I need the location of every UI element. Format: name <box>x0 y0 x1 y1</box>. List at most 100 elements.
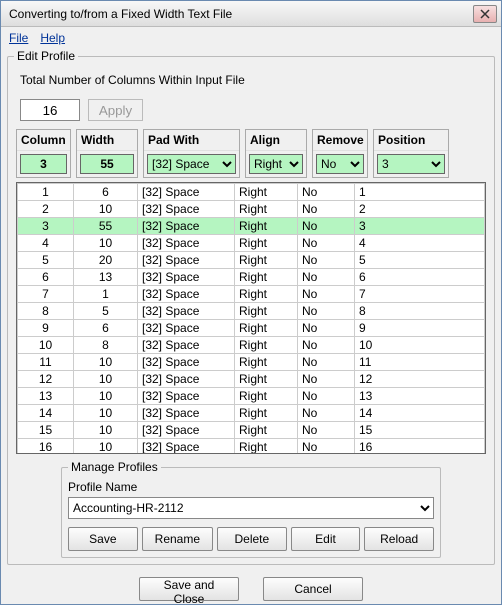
cell-align: Right <box>235 201 298 218</box>
edit-profile-legend: Edit Profile <box>14 49 78 63</box>
cell-width: 1 <box>74 286 138 303</box>
cell-align: Right <box>235 184 298 201</box>
cell-width: 10 <box>74 422 138 439</box>
cell-remove: No <box>298 252 355 269</box>
table-row[interactable]: 355[32] SpaceRightNo3 <box>18 218 485 235</box>
cell-align: Right <box>235 218 298 235</box>
cell-remove: No <box>298 371 355 388</box>
cell-pad: [32] Space <box>138 201 235 218</box>
cell-width: 20 <box>74 252 138 269</box>
dialog-buttons: Save and Close Cancel <box>1 577 501 601</box>
rename-button[interactable]: Rename <box>142 527 213 551</box>
manage-profiles-group: Manage Profiles Profile Name Accounting-… <box>61 460 441 558</box>
close-button[interactable] <box>473 5 497 23</box>
cell-position: 11 <box>355 354 485 371</box>
cell-pad: [32] Space <box>138 388 235 405</box>
cell-pad: [32] Space <box>138 269 235 286</box>
header-position: Position <box>374 130 448 151</box>
cell-width: 5 <box>74 303 138 320</box>
cell-column: 3 <box>18 218 74 235</box>
table-row[interactable]: 520[32] SpaceRightNo5 <box>18 252 485 269</box>
cell-align: Right <box>235 439 298 455</box>
header-align: Align <box>246 130 306 151</box>
cell-remove: No <box>298 439 355 455</box>
close-icon <box>480 9 490 19</box>
cancel-button[interactable]: Cancel <box>263 577 363 601</box>
cell-remove: No <box>298 235 355 252</box>
cell-pad: [32] Space <box>138 337 235 354</box>
cell-width: 8 <box>74 337 138 354</box>
table-row[interactable]: 71[32] SpaceRightNo7 <box>18 286 485 303</box>
cell-align: Right <box>235 269 298 286</box>
cell-position: 3 <box>355 218 485 235</box>
width-input[interactable] <box>80 154 134 174</box>
cell-column: 7 <box>18 286 74 303</box>
table-row[interactable]: 1310[32] SpaceRightNo13 <box>18 388 485 405</box>
menu-help[interactable]: Help <box>40 31 65 45</box>
table-row[interactable]: 410[32] SpaceRightNo4 <box>18 235 485 252</box>
cell-width: 10 <box>74 371 138 388</box>
table-row[interactable]: 16[32] SpaceRightNo1 <box>18 184 485 201</box>
cell-width: 10 <box>74 439 138 455</box>
manage-profiles-legend: Manage Profiles <box>68 460 161 474</box>
cell-pad: [32] Space <box>138 320 235 337</box>
table-row[interactable]: 1110[32] SpaceRightNo11 <box>18 354 485 371</box>
cell-pad: [32] Space <box>138 405 235 422</box>
cell-column: 12 <box>18 371 74 388</box>
cell-column: 2 <box>18 201 74 218</box>
cell-remove: No <box>298 269 355 286</box>
table-row[interactable]: 1610[32] SpaceRightNo16 <box>18 439 485 455</box>
window: Converting to/from a Fixed Width Text Fi… <box>0 0 502 605</box>
cell-align: Right <box>235 320 298 337</box>
align-select[interactable]: Right <box>249 154 303 174</box>
cell-position: 7 <box>355 286 485 303</box>
cell-remove: No <box>298 184 355 201</box>
pad-select[interactable]: [32] Space <box>147 154 236 174</box>
cell-align: Right <box>235 354 298 371</box>
cell-remove: No <box>298 388 355 405</box>
save-button[interactable]: Save <box>68 527 138 551</box>
cell-pad: [32] Space <box>138 252 235 269</box>
cell-pad: [32] Space <box>138 184 235 201</box>
table-row[interactable]: 1510[32] SpaceRightNo15 <box>18 422 485 439</box>
reload-button[interactable]: Reload <box>364 527 434 551</box>
cell-align: Right <box>235 337 298 354</box>
cell-column: 9 <box>18 320 74 337</box>
cell-position: 15 <box>355 422 485 439</box>
total-columns-input[interactable] <box>20 99 80 121</box>
profile-name-select[interactable]: Accounting-HR-2112 <box>68 497 434 519</box>
cell-pad: [32] Space <box>138 439 235 455</box>
header-width: Width <box>77 130 137 151</box>
table-row[interactable]: 210[32] SpaceRightNo2 <box>18 201 485 218</box>
cell-pad: [32] Space <box>138 218 235 235</box>
cell-pad: [32] Space <box>138 286 235 303</box>
table-row[interactable]: 613[32] SpaceRightNo6 <box>18 269 485 286</box>
cell-remove: No <box>298 303 355 320</box>
cell-width: 10 <box>74 405 138 422</box>
menu-file[interactable]: File <box>9 31 28 45</box>
cell-column: 8 <box>18 303 74 320</box>
cell-align: Right <box>235 371 298 388</box>
remove-select[interactable]: No <box>316 154 364 174</box>
table-row[interactable]: 108[32] SpaceRightNo10 <box>18 337 485 354</box>
table-row[interactable]: 1410[32] SpaceRightNo14 <box>18 405 485 422</box>
cell-column: 16 <box>18 439 74 455</box>
cell-position: 8 <box>355 303 485 320</box>
cell-width: 10 <box>74 235 138 252</box>
cell-width: 6 <box>74 320 138 337</box>
delete-button[interactable]: Delete <box>217 527 287 551</box>
cell-pad: [32] Space <box>138 354 235 371</box>
table-row[interactable]: 85[32] SpaceRightNo8 <box>18 303 485 320</box>
save-and-close-button[interactable]: Save and Close <box>139 577 239 601</box>
cell-position: 9 <box>355 320 485 337</box>
cell-position: 14 <box>355 405 485 422</box>
columns-table[interactable]: 16[32] SpaceRightNo1210[32] SpaceRightNo… <box>17 183 485 454</box>
cell-column: 5 <box>18 252 74 269</box>
table-row[interactable]: 1210[32] SpaceRightNo12 <box>18 371 485 388</box>
cell-column: 6 <box>18 269 74 286</box>
table-row[interactable]: 96[32] SpaceRightNo9 <box>18 320 485 337</box>
edit-button[interactable]: Edit <box>291 527 361 551</box>
position-select[interactable]: 3 <box>377 154 445 174</box>
column-input[interactable] <box>20 154 67 174</box>
cell-align: Right <box>235 235 298 252</box>
